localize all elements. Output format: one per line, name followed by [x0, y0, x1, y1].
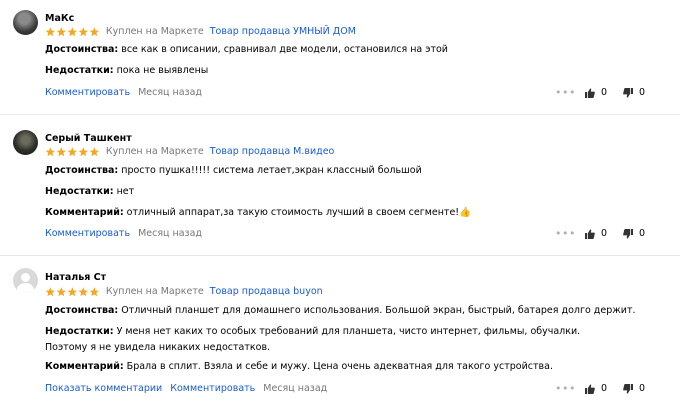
more-dots-icon[interactable]: ••• [555, 227, 577, 240]
thumbs-up-icon[interactable] [585, 88, 595, 98]
thumbs-up-icon[interactable] [585, 229, 595, 239]
pros-label: Достоинства: [45, 44, 119, 55]
star-icon [67, 146, 77, 156]
dislike-count: 0 [639, 228, 646, 239]
pros-label: Достоинства: [45, 305, 119, 316]
cons-text: пока не выявлены [116, 65, 209, 76]
review-actions: Комментировать Месяц назад [45, 228, 202, 239]
star-icon [45, 286, 55, 296]
like-count: 0 [601, 383, 608, 394]
comment-label: Комментарий: [45, 361, 124, 372]
rating-stars [45, 286, 100, 297]
star-icon [78, 26, 88, 36]
seller-link[interactable]: Товар продавца УМНЫЙ ДОМ [210, 26, 356, 37]
like-count: 0 [601, 228, 608, 239]
star-icon [67, 286, 77, 296]
review-date: Месяц назад [138, 87, 203, 98]
pros-line: Достоинства: просто пушка!!!!! система ле… [45, 163, 650, 179]
review-actions: Комментировать Месяц назад [45, 87, 202, 98]
thumbs-down-icon[interactable] [623, 87, 633, 98]
comment-button[interactable]: Комментировать [45, 228, 130, 239]
vote-controls: ••• 0 0 [555, 227, 665, 240]
rating-stars [45, 26, 100, 37]
review-meta: Куплен на Маркете Товар продавца М.видео [45, 146, 334, 157]
cons-line: Недостатки: У меня нет каких то особых тр… [45, 324, 605, 356]
avatar[interactable] [13, 268, 38, 293]
avatar[interactable] [13, 10, 38, 35]
thumbs-down-icon[interactable] [623, 228, 633, 239]
pros-label: Достоинства: [45, 165, 119, 176]
divider [0, 114, 680, 115]
rating-stars [45, 146, 100, 157]
comment-line: Комментарий: отличный аппарат,за такую ст… [45, 205, 650, 221]
cons-label: Недостатки: [45, 186, 114, 197]
bought-on-market-label: Куплен на Маркете [105, 286, 204, 297]
comment-button[interactable]: Комментировать [170, 383, 255, 394]
star-icon [89, 286, 99, 296]
review-author[interactable]: Наталья Ст [45, 272, 106, 283]
bought-on-market-label: Куплен на Маркете [105, 26, 204, 37]
review-meta: Куплен на Маркете Товар продавца УМНЫЙ Д… [45, 26, 356, 37]
dislike-count: 0 [639, 87, 646, 98]
pros-text: Отличный планшет для домашнего использов… [121, 305, 636, 316]
star-icon [89, 26, 99, 36]
pros-line: Достоинства: Отличный планшет для домашне… [45, 303, 650, 319]
star-icon [78, 286, 88, 296]
star-icon [45, 146, 55, 156]
star-icon [56, 286, 66, 296]
pros-line: Достоинства: все как в описании, сравнива… [45, 42, 650, 58]
comment-line: Комментарий: Брала в сплит. Взяла и себе … [45, 359, 650, 375]
comment-text: Брала в сплит. Взяла и себе и мужу. Цена… [126, 361, 553, 372]
vote-controls: ••• 0 0 [555, 86, 665, 99]
star-icon [89, 146, 99, 156]
review-actions: Показать комментарии Комментировать Меся… [45, 383, 327, 394]
comment-button[interactable]: Комментировать [45, 87, 130, 98]
more-dots-icon[interactable]: ••• [555, 86, 577, 99]
bought-on-market-label: Куплен на Маркете [105, 146, 204, 157]
star-icon [67, 26, 77, 36]
star-icon [56, 146, 66, 156]
like-count: 0 [601, 87, 608, 98]
star-icon [78, 146, 88, 156]
comment-label: Комментарий: [45, 207, 124, 218]
star-icon [45, 26, 55, 36]
cons-label: Недостатки: [45, 326, 114, 337]
review-date: Месяц назад [263, 383, 328, 394]
comment-text: отличный аппарат,за такую стоимость лучш… [126, 207, 471, 218]
pros-text: все как в описании, сравнивал две модели… [121, 44, 448, 55]
cons-text: нет [116, 186, 135, 197]
more-dots-icon[interactable]: ••• [555, 382, 577, 395]
divider [0, 255, 680, 256]
dislike-count: 0 [639, 383, 646, 394]
pros-text: просто пушка!!!!! система летает,экран к… [121, 165, 422, 176]
cons-line: Недостатки: пока не выявлены [45, 63, 650, 79]
star-icon [56, 26, 66, 36]
review-author[interactable]: Серый Ташкент [45, 133, 132, 144]
avatar[interactable] [13, 130, 38, 155]
review-meta: Куплен на Маркете Товар продавца buyon [45, 286, 323, 297]
seller-link[interactable]: Товар продавца М.видео [210, 146, 335, 157]
cons-text: У меня нет каких то особых требований дл… [45, 326, 581, 353]
review-author[interactable]: МаКс [45, 13, 74, 24]
thumbs-down-icon[interactable] [623, 383, 633, 394]
cons-label: Недостатки: [45, 65, 114, 76]
vote-controls: ••• 0 0 [555, 382, 665, 395]
seller-link[interactable]: Товар продавца buyon [210, 286, 323, 297]
cons-line: Недостатки: нет [45, 184, 650, 200]
review-date: Месяц назад [138, 228, 203, 239]
thumbs-up-icon[interactable] [585, 384, 595, 394]
show-comments-button[interactable]: Показать комментарии [45, 383, 162, 394]
